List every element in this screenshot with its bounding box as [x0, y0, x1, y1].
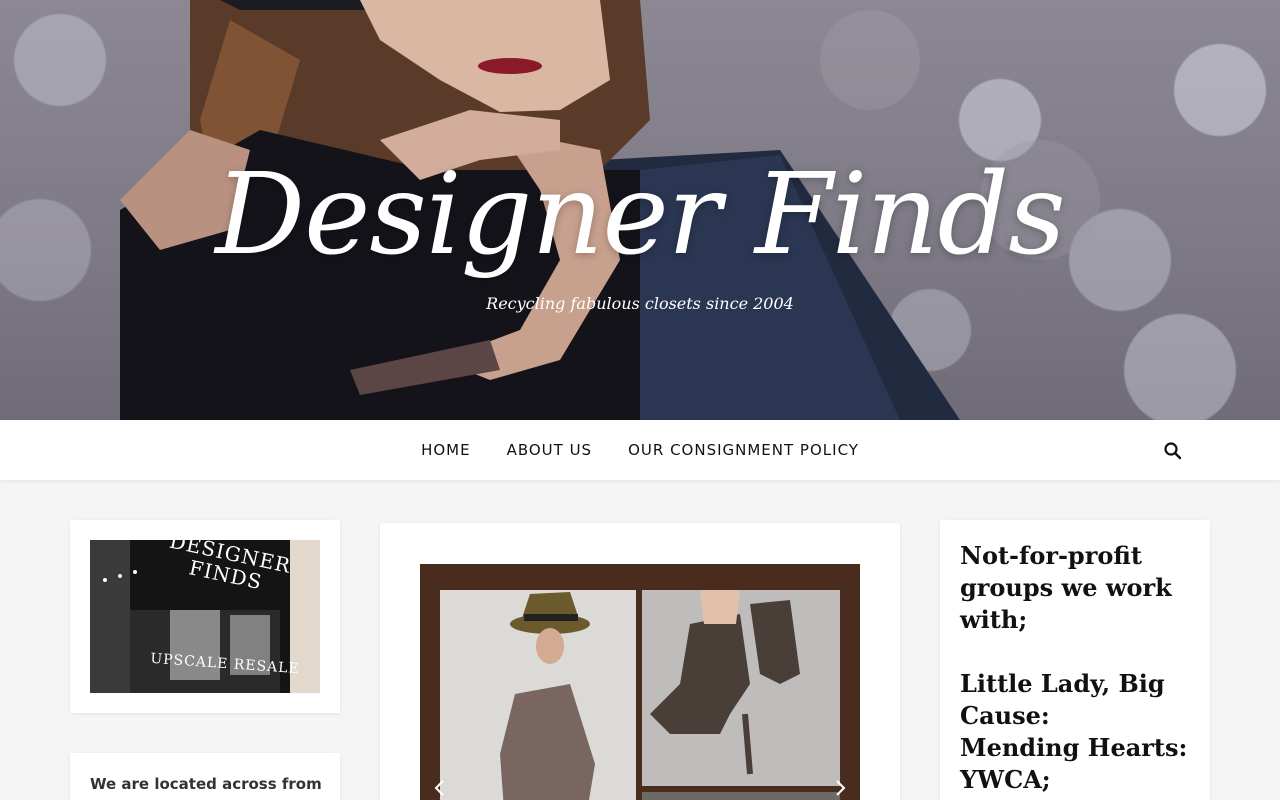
group-item-little-lady: Little Lady, Big Cause:: [960, 669, 1165, 730]
search-icon: [1164, 442, 1182, 460]
logo-widget: DESIGNER FINDS UPSCALE RESALE: [70, 520, 340, 713]
nav-item-about-us[interactable]: ABOUT US: [507, 441, 593, 459]
slider-next-button[interactable]: [830, 778, 850, 798]
nav-item-home[interactable]: HOME: [421, 441, 471, 459]
groups-heading: Not-for-profit groups we work with;: [960, 541, 1172, 634]
main-navigation: HOME ABOUT US OUR CONSIGNMENT POLICY: [0, 420, 1280, 480]
site-tagline: Recycling fabulous closets since 2004: [486, 294, 794, 313]
search-button[interactable]: [1163, 441, 1183, 461]
storefront-logo-image[interactable]: DESIGNER FINDS UPSCALE RESALE: [90, 540, 320, 693]
nav-item-consignment-policy[interactable]: OUR CONSIGNMENT POLICY: [628, 441, 859, 459]
chevron-left-icon: [434, 780, 444, 796]
nav-menu: HOME ABOUT US OUR CONSIGNMENT POLICY: [0, 420, 1280, 480]
chevron-right-icon: [836, 780, 846, 796]
post-slider-image[interactable]: [420, 564, 860, 800]
groups-widget: Not-for-profit groups we work with; Litt…: [940, 520, 1210, 800]
groups-list: Little Lady, Big Cause: Mending Hearts: …: [960, 668, 1200, 796]
group-item-mending-hearts: Mending Hearts:: [960, 733, 1188, 762]
outfit-collage: [420, 564, 860, 800]
group-item-ywca: YWCA;: [960, 765, 1051, 794]
location-text: We are located across from: [90, 775, 322, 793]
location-widget: We are located across from: [70, 753, 340, 800]
slider-prev-button[interactable]: [430, 778, 450, 798]
hero-banner: Designer Finds Recycling fabulous closet…: [0, 0, 1280, 420]
site-title[interactable]: Designer Finds: [0, 150, 1280, 280]
featured-post: [380, 523, 900, 800]
